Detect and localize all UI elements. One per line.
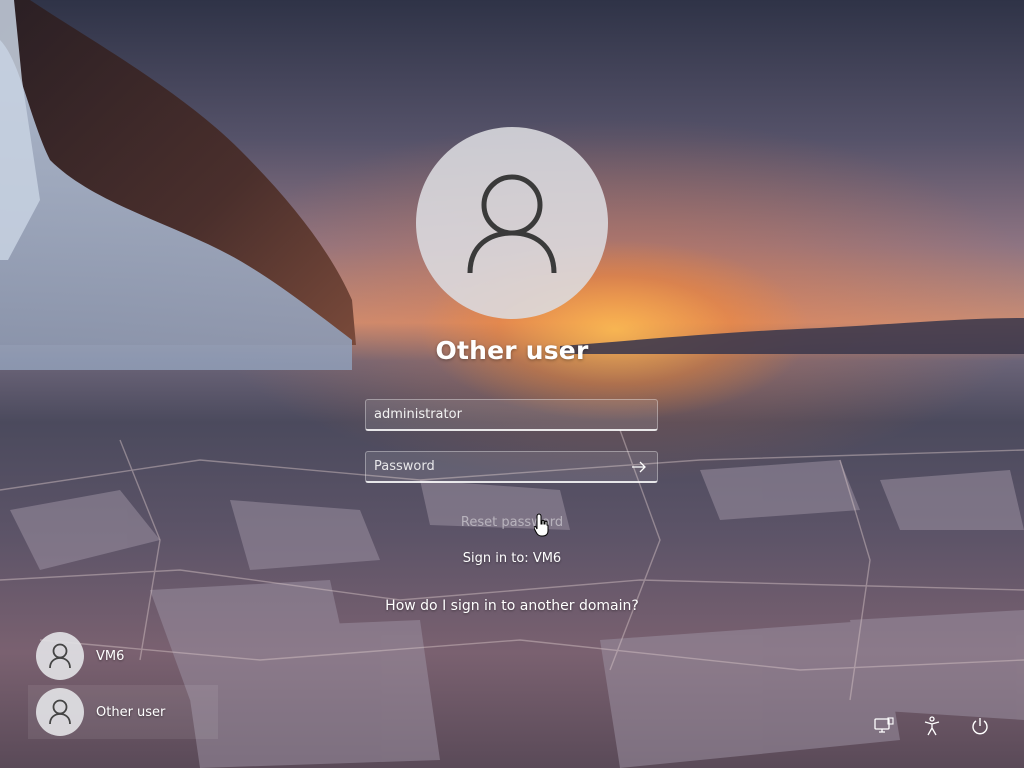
- user-icon: [49, 643, 71, 669]
- network-button[interactable]: [872, 714, 896, 738]
- power-icon: [972, 718, 988, 735]
- submit-button[interactable]: [627, 456, 651, 478]
- user-avatar-large: [416, 127, 608, 319]
- avatar: [36, 688, 84, 736]
- arrow-right-icon: [632, 461, 646, 473]
- user-tile-label: VM6: [96, 648, 125, 664]
- sign-in-target: Sign in to: VM6: [462, 551, 562, 566]
- avatar: [36, 632, 84, 680]
- page-title: Other user: [435, 336, 589, 365]
- other-domain-link[interactable]: How do I sign in to another domain?: [312, 598, 712, 614]
- user-tile-vm6[interactable]: VM6: [28, 629, 218, 683]
- accessibility-icon: [924, 716, 940, 736]
- password-placeholder: Password: [374, 459, 435, 474]
- user-icon: [467, 174, 557, 274]
- network-icon: [874, 717, 894, 733]
- power-button[interactable]: [968, 714, 992, 738]
- ice-cliff-decoration: [0, 0, 356, 370]
- user-tile-other-user[interactable]: Other user: [28, 685, 218, 739]
- password-field[interactable]: Password: [365, 451, 658, 483]
- user-tile-label: Other user: [96, 704, 166, 720]
- accessibility-button[interactable]: [920, 714, 944, 738]
- hand-pointer-icon: [534, 513, 549, 537]
- username-field[interactable]: administrator: [365, 399, 658, 431]
- reset-password-link[interactable]: Reset password: [312, 515, 712, 530]
- user-icon: [49, 699, 71, 725]
